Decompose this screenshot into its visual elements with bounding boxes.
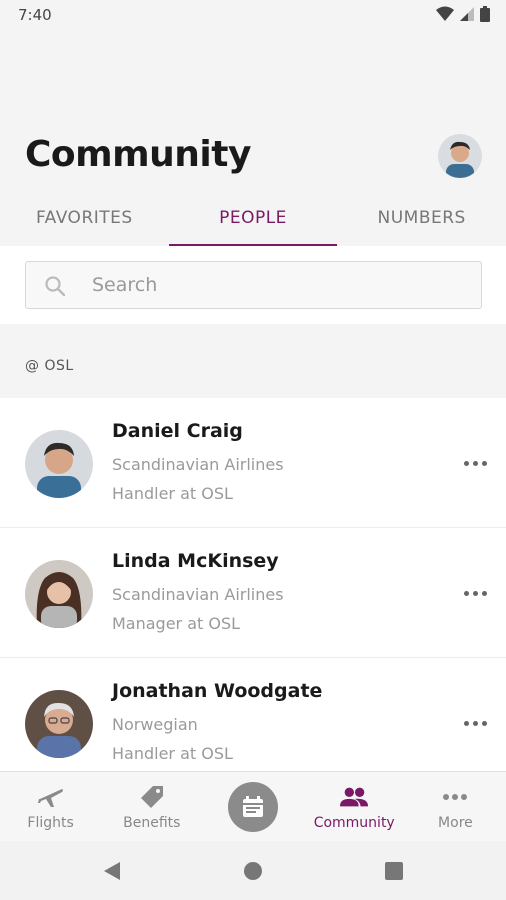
tab-people[interactable]: PEOPLE <box>168 196 338 246</box>
battery-icon <box>480 6 490 22</box>
tab-favorites[interactable]: FAVORITES <box>0 196 169 246</box>
person-name: Jonathan Woodgate <box>112 680 323 702</box>
nav-label: Benefits <box>123 815 181 831</box>
tab-bar: FAVORITES PEOPLE NUMBERS <box>0 196 506 246</box>
signal-icon <box>460 7 474 21</box>
bottom-nav: Flights Benefits Community More <box>0 771 506 841</box>
search-area <box>0 246 506 324</box>
search-input[interactable] <box>92 262 462 308</box>
calendar-button[interactable] <box>228 782 278 832</box>
more-options-icon[interactable] <box>462 586 488 600</box>
more-options-icon[interactable] <box>462 456 488 470</box>
more-icon <box>440 784 470 810</box>
person-role: Manager at OSL <box>112 614 241 633</box>
avatar <box>25 690 93 758</box>
profile-avatar[interactable] <box>438 134 482 178</box>
person-company: Scandinavian Airlines <box>112 455 284 474</box>
nav-label: Flights <box>27 815 74 831</box>
calendar-icon <box>243 796 263 817</box>
page-title: Community <box>25 134 251 175</box>
nav-flights[interactable]: Flights <box>0 772 101 841</box>
search-icon <box>45 276 66 297</box>
nav-label: More <box>438 815 473 831</box>
tab-numbers[interactable]: NUMBERS <box>337 196 506 246</box>
status-icons <box>436 6 490 22</box>
list-item[interactable]: Linda McKinsey Scandinavian Airlines Man… <box>0 528 506 658</box>
person-name: Linda McKinsey <box>112 550 279 572</box>
status-time: 7:40 <box>18 6 52 24</box>
list-item[interactable]: Jonathan Woodgate Norwegian Handler at O… <box>0 658 506 788</box>
search-box <box>25 261 482 309</box>
people-list: Daniel Craig Scandinavian Airlines Handl… <box>0 398 506 788</box>
status-bar: 7:40 <box>0 0 506 32</box>
airplane-icon <box>36 784 66 810</box>
tag-icon <box>137 784 167 810</box>
person-company: Scandinavian Airlines <box>112 585 284 604</box>
people-icon <box>339 784 369 810</box>
nav-calendar[interactable] <box>202 772 303 841</box>
system-nav-bar <box>0 841 506 900</box>
avatar <box>25 430 93 498</box>
person-name: Daniel Craig <box>112 420 243 442</box>
nav-label: Community <box>313 815 395 831</box>
nav-community[interactable]: Community <box>304 772 405 841</box>
section-header: @ OSL <box>25 358 74 374</box>
back-icon[interactable] <box>102 861 122 881</box>
avatar <box>25 560 93 628</box>
recents-icon[interactable] <box>384 861 404 881</box>
person-role: Handler at OSL <box>112 744 233 763</box>
wifi-icon <box>436 6 454 21</box>
more-options-icon[interactable] <box>462 716 488 730</box>
nav-benefits[interactable]: Benefits <box>101 772 202 841</box>
person-company: Norwegian <box>112 715 198 734</box>
person-role: Handler at OSL <box>112 484 233 503</box>
list-item[interactable]: Daniel Craig Scandinavian Airlines Handl… <box>0 398 506 528</box>
nav-more[interactable]: More <box>405 772 506 841</box>
home-icon[interactable] <box>243 861 263 881</box>
